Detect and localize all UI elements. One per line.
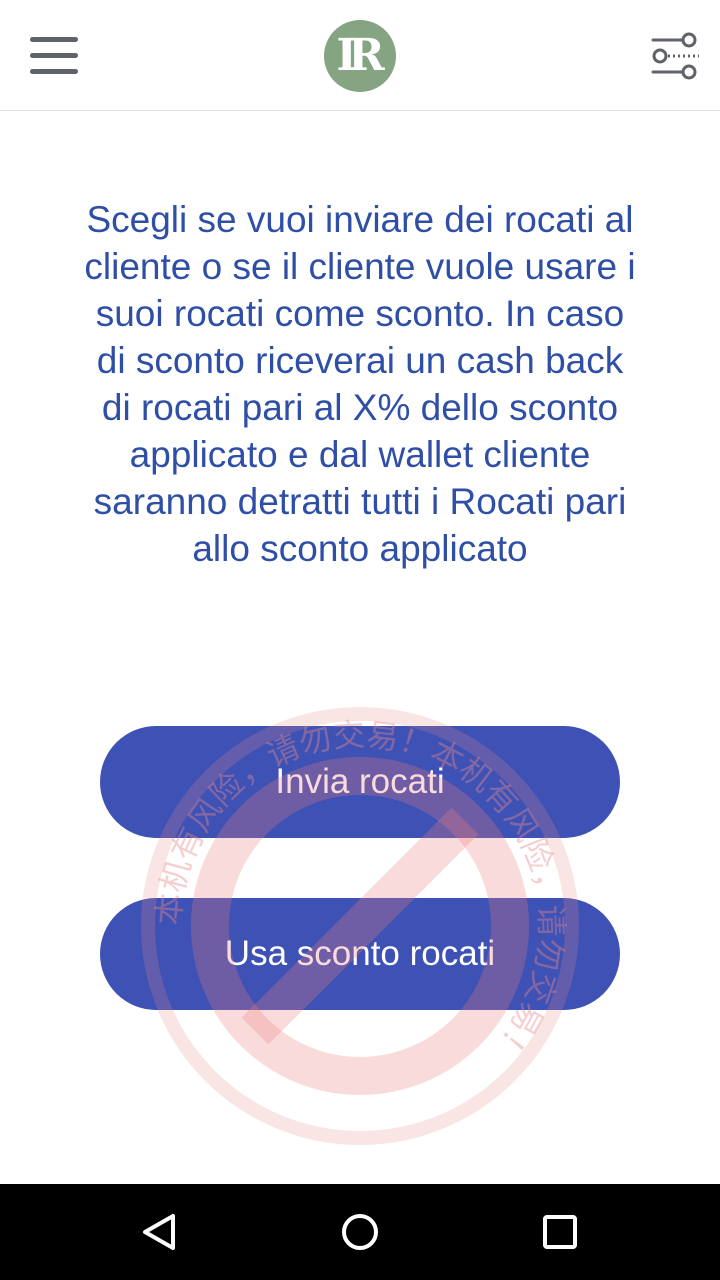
usa-sconto-rocati-button[interactable]: Usa sconto rocati <box>100 898 620 1010</box>
back-button[interactable] <box>130 1202 190 1262</box>
logo-text: IR <box>336 30 384 81</box>
home-button[interactable] <box>330 1202 390 1262</box>
instruction-text: Scegli se vuoi inviare dei rocati al cli… <box>84 199 636 569</box>
menu-button[interactable] <box>22 24 86 86</box>
back-triangle-icon <box>143 1214 175 1250</box>
filter-sliders-icon <box>651 32 699 80</box>
recents-button[interactable] <box>530 1202 590 1262</box>
menu-icon-bar <box>30 52 78 58</box>
recents-square-icon <box>543 1215 577 1249</box>
system-nav-bar <box>0 1184 720 1280</box>
screen: IR Scegli se vuoi inviare dei rocati al … <box>0 0 720 1280</box>
app-logo[interactable]: IR <box>324 20 396 92</box>
invia-rocati-button[interactable]: Invia rocati <box>100 726 620 838</box>
app-bar: IR <box>0 0 720 111</box>
menu-icon-bar <box>30 36 78 42</box>
home-circle-icon <box>342 1214 378 1250</box>
filter-button[interactable] <box>648 28 704 84</box>
menu-icon-bar <box>30 68 78 74</box>
